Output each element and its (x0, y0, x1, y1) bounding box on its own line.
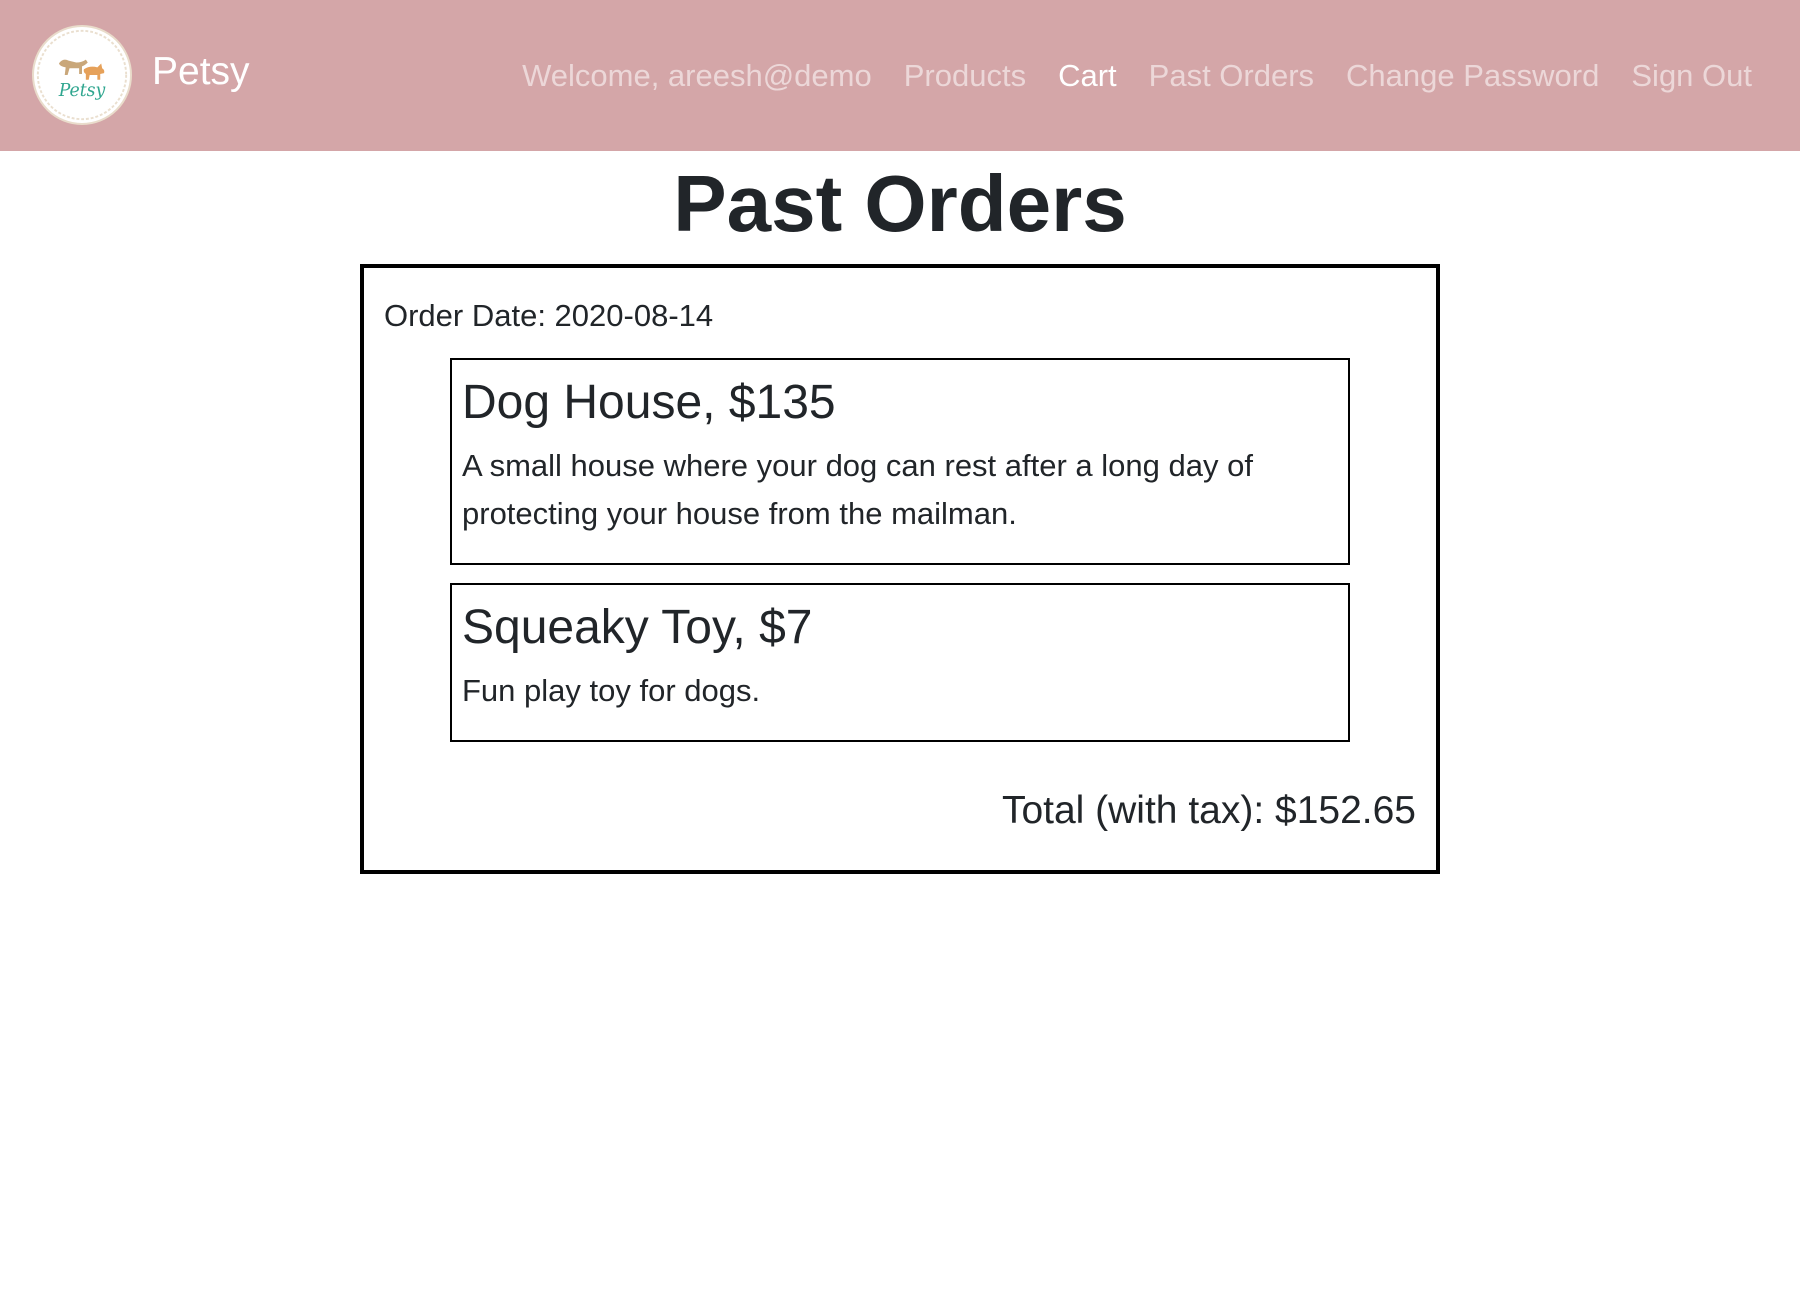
nav-link-change-password[interactable]: Change Password (1346, 56, 1599, 96)
nav-link-past-orders[interactable]: Past Orders (1149, 56, 1314, 96)
item-title: Squeaky Toy, $7 (462, 601, 813, 654)
item-title: Dog House, $135 (462, 376, 836, 429)
item-description: Fun play toy for dogs. (462, 673, 761, 708)
page-title: Past Orders (673, 159, 1127, 248)
logo-wordmark: Petsy (58, 81, 106, 101)
nav-links: Welcome, areesh@demo Products Cart Past … (522, 56, 1752, 96)
nav-link-products[interactable]: Products (904, 56, 1026, 96)
petsy-logo[interactable]: Petsy (32, 25, 132, 125)
top-navbar: Petsy Petsy Welcome, areesh@demo Product… (0, 0, 1800, 151)
petsy-logo-icon: Petsy (36, 29, 128, 121)
item-description: A small house where your dog can rest af… (462, 448, 1253, 531)
welcome-text: Welcome, areesh@demo (522, 58, 872, 93)
order-card: Order Date: 2020-08-14 Dog House, $135 A… (360, 264, 1440, 874)
nav-link-sign-out[interactable]: Sign Out (1631, 56, 1752, 96)
order-date: Order Date: 2020-08-14 (384, 298, 714, 333)
order-item: Dog House, $135 A small house where your… (450, 358, 1350, 565)
order-total: Total (with tax): $152.65 (1001, 789, 1416, 832)
order-item: Squeaky Toy, $7 Fun play toy for dogs. (450, 583, 1350, 742)
nav-link-cart[interactable]: Cart (1058, 56, 1117, 96)
brand-name[interactable]: Petsy (152, 48, 250, 96)
